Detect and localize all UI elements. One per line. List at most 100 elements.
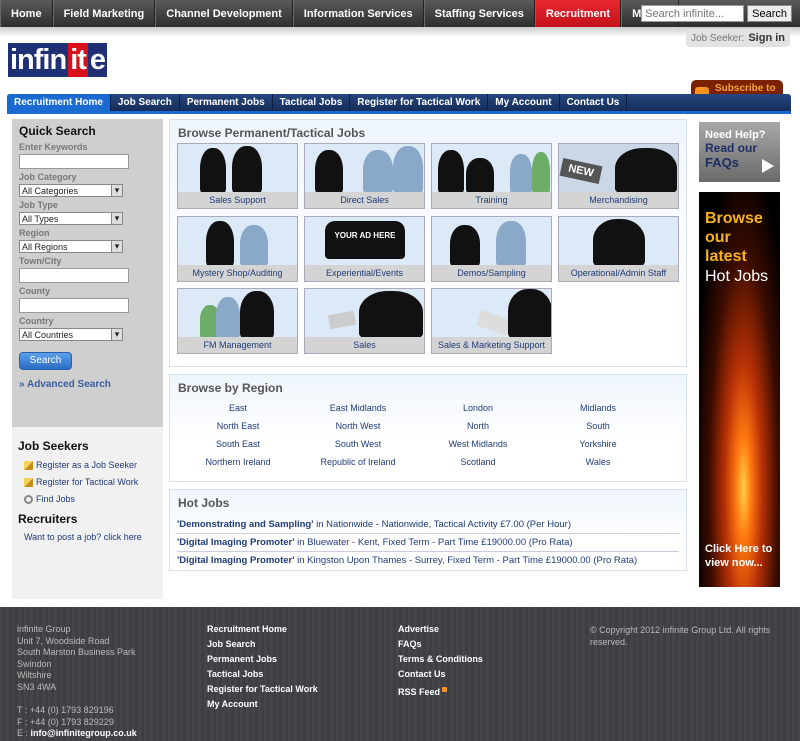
region-link[interactable]: North East bbox=[178, 419, 298, 433]
nav-recruitment-home[interactable]: Recruitment Home bbox=[7, 94, 111, 111]
job-seekers-panel: Job Seekers Register as a Job Seeker Reg… bbox=[12, 427, 163, 554]
footer-links-1: Recruitment Home Job Search Permanent Jo… bbox=[207, 624, 318, 714]
region-select[interactable]: All Regions bbox=[19, 240, 123, 253]
hot-job-item[interactable]: 'Digital Imaging Promoter' in Bluewater … bbox=[177, 534, 679, 552]
tile-training[interactable]: Training bbox=[431, 143, 552, 209]
quick-search-title: Quick Search bbox=[19, 124, 96, 138]
post-job-link[interactable]: Want to post a job? click here bbox=[24, 532, 157, 542]
region-link[interactable]: South bbox=[538, 419, 658, 433]
topnav-field-marketing[interactable]: Field Marketing bbox=[52, 0, 156, 27]
topnav-home[interactable]: Home bbox=[0, 0, 53, 27]
hot-job-details: in Nationwide - Nationwide, Tactical Act… bbox=[313, 519, 571, 530]
tile-operational-admin[interactable]: Operational/Admin Staff bbox=[558, 216, 679, 282]
country-select[interactable]: All Countries bbox=[19, 328, 123, 341]
recruiters-title: Recruiters bbox=[18, 512, 78, 526]
find-jobs-link[interactable]: Find Jobs bbox=[24, 494, 157, 504]
nav-my-account[interactable]: My Account bbox=[488, 94, 560, 111]
region-link[interactable]: East bbox=[178, 401, 298, 415]
tile-merchandising[interactable]: NEW Merchandising bbox=[558, 143, 679, 209]
hot-job-item[interactable]: 'Demonstrating and Sampling' in Nationwi… bbox=[177, 516, 679, 534]
register-job-seeker-link[interactable]: Register as a Job Seeker bbox=[24, 460, 157, 470]
region-link[interactable]: Scotland bbox=[418, 455, 538, 469]
topnav-channel-development[interactable]: Channel Development bbox=[155, 0, 293, 27]
type-select[interactable]: All Types bbox=[19, 212, 123, 225]
nav-contact-us[interactable]: Contact Us bbox=[560, 94, 628, 111]
hot-job-item[interactable]: 'Digital Imaging Promoter' in Kingston U… bbox=[177, 552, 679, 569]
nav-permanent-jobs[interactable]: Permanent Jobs bbox=[180, 94, 273, 111]
county-input[interactable] bbox=[19, 298, 129, 313]
hot-jobs-panel: Hot Jobs 'Demonstrating and Sampling' in… bbox=[169, 489, 687, 571]
magnifier-icon bbox=[24, 494, 33, 504]
tile-art bbox=[305, 289, 424, 338]
region-link[interactable]: East Midlands bbox=[298, 401, 418, 415]
site-search-input[interactable] bbox=[641, 5, 745, 22]
footer-link[interactable]: Tactical Jobs bbox=[207, 669, 318, 679]
ad-line-hot-jobs: Hot Jobs bbox=[705, 268, 769, 285]
footer-email-prefix: E : bbox=[17, 728, 29, 738]
tile-demos-sampling[interactable]: Demos/Sampling bbox=[431, 216, 552, 282]
footer-address: infinite Group Unit 7, Woodside Road Sou… bbox=[17, 624, 137, 740]
footer-link[interactable]: Terms & Conditions bbox=[398, 654, 483, 664]
town-input[interactable] bbox=[19, 268, 129, 283]
tile-label: Operational/Admin Staff bbox=[559, 265, 678, 281]
region-link[interactable]: London bbox=[418, 401, 538, 415]
region-link[interactable]: North bbox=[418, 419, 538, 433]
address-line: South Marston Business Park bbox=[17, 647, 136, 657]
hot-job-title: 'Digital Imaging Promoter' bbox=[177, 555, 295, 566]
region-link[interactable]: West Midlands bbox=[418, 437, 538, 451]
region-link[interactable]: Yorkshire bbox=[538, 437, 658, 451]
pencil-icon bbox=[24, 477, 33, 487]
footer-link[interactable]: Recruitment Home bbox=[207, 624, 318, 634]
quick-search-button[interactable]: Search bbox=[19, 352, 72, 370]
region-link[interactable]: Midlands bbox=[538, 401, 658, 415]
browse-region-panel: Browse by Region East East Midlands Lond… bbox=[169, 374, 687, 482]
nav-register-tactical[interactable]: Register for Tactical Work bbox=[350, 94, 489, 111]
topnav-recruitment[interactable]: Recruitment bbox=[534, 0, 622, 27]
tile-mystery-shop[interactable]: Mystery Shop/Auditing bbox=[177, 216, 298, 282]
keywords-input[interactable] bbox=[19, 154, 129, 169]
tile-label: Sales bbox=[305, 337, 424, 353]
register-tactical-link[interactable]: Register for Tactical Work bbox=[24, 477, 157, 487]
nav-job-search[interactable]: Job Search bbox=[111, 94, 180, 111]
nav-tactical-jobs[interactable]: Tactical Jobs bbox=[273, 94, 351, 111]
signin-link[interactable]: Sign in bbox=[748, 32, 785, 44]
footer-link[interactable]: Permanent Jobs bbox=[207, 654, 318, 664]
pencil-icon bbox=[24, 460, 33, 470]
region-link[interactable]: Northern Ireland bbox=[178, 455, 298, 469]
region-link[interactable]: South East bbox=[178, 437, 298, 451]
tile-sales[interactable]: Sales bbox=[304, 288, 425, 354]
hot-jobs-ad-banner[interactable]: Browse our latest Hot Jobs Click Here to… bbox=[699, 192, 780, 587]
topnav-information-services[interactable]: Information Services bbox=[292, 0, 424, 27]
footer-link[interactable]: Register for Tactical Work bbox=[207, 684, 318, 694]
topnav-staffing-services[interactable]: Staffing Services bbox=[423, 0, 535, 27]
tile-sales-support[interactable]: Sales Support bbox=[177, 143, 298, 209]
advanced-search-link[interactable]: » Advanced Search bbox=[19, 379, 156, 390]
need-help-faqs-banner[interactable]: Need Help? Read our FAQs bbox=[699, 122, 780, 182]
tile-label: Mystery Shop/Auditing bbox=[178, 265, 297, 281]
region-link[interactable]: Republic of Ireland bbox=[298, 455, 418, 469]
infinite-logo[interactable]: infin it e bbox=[8, 43, 108, 77]
hot-job-details: in Bluewater - Kent, Fixed Term - Part T… bbox=[294, 537, 573, 548]
ad-line-latest: latest bbox=[705, 248, 747, 265]
footer-link[interactable]: Contact Us bbox=[398, 669, 483, 679]
footer-rss-link[interactable]: RSS Feed bbox=[398, 687, 483, 697]
tile-sales-marketing-support[interactable]: Sales & Marketing Support bbox=[431, 288, 552, 354]
category-select[interactable]: All Categories bbox=[19, 184, 123, 197]
region-link[interactable]: South West bbox=[298, 437, 418, 451]
region-link[interactable]: Wales bbox=[538, 455, 658, 469]
footer-link[interactable]: FAQs bbox=[398, 639, 483, 649]
footer-link[interactable]: Advertise bbox=[398, 624, 483, 634]
tile-fm-management[interactable]: FM Management bbox=[177, 288, 298, 354]
tile-direct-sales[interactable]: Direct Sales bbox=[304, 143, 425, 209]
footer-email-link[interactable]: info@infinitegroup.co.uk bbox=[31, 728, 137, 738]
footer-link[interactable]: My Account bbox=[207, 699, 318, 709]
tile-experiential-events[interactable]: YOUR AD HERE Experiential/Events bbox=[304, 216, 425, 282]
tile-art bbox=[432, 289, 551, 338]
tile-label: Demos/Sampling bbox=[432, 265, 551, 281]
footer-link[interactable]: Job Search bbox=[207, 639, 318, 649]
hot-job-title: 'Demonstrating and Sampling' bbox=[177, 519, 314, 530]
read-our-text: Read our bbox=[705, 141, 758, 155]
region-link[interactable]: North West bbox=[298, 419, 418, 433]
register-tactical-label: Register for Tactical Work bbox=[36, 477, 139, 487]
site-search-button[interactable]: Search bbox=[747, 5, 792, 22]
